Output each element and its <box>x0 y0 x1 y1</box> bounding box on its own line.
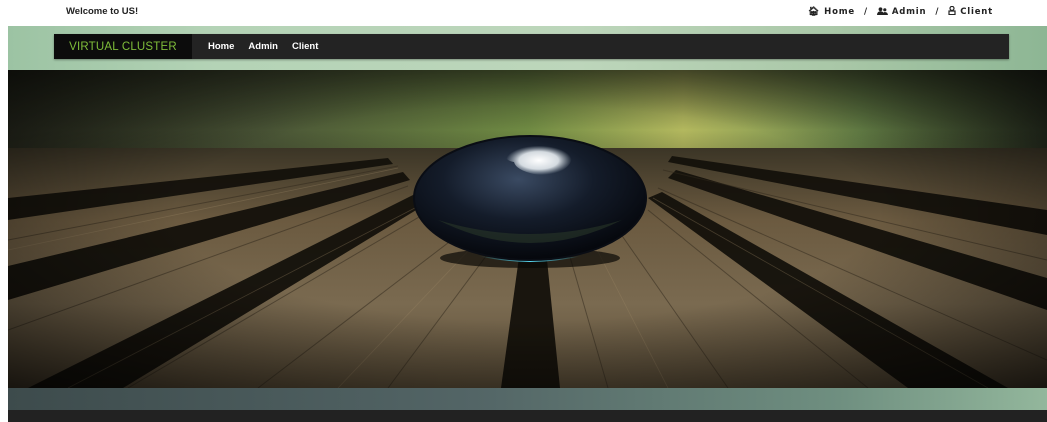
separator: / <box>863 7 868 17</box>
hero-image <box>8 70 1047 388</box>
quick-link-home[interactable]: 🏠︎ Home <box>808 7 855 17</box>
main-navbar: VIRTUAL CLUSTER Home Admin Client <box>54 34 1009 59</box>
footer-bar <box>8 410 1047 422</box>
quick-link-admin[interactable]: Admin <box>876 6 927 18</box>
welcome-text: Welcome to US! <box>66 6 139 17</box>
quick-link-client[interactable]: Client <box>948 5 993 18</box>
user-icon <box>948 5 956 18</box>
footer-band <box>8 388 1047 410</box>
hero-banner <box>8 70 1047 388</box>
home-icon: 🏠︎ <box>807 7 821 17</box>
users-icon <box>876 6 888 18</box>
separator: / <box>935 7 940 17</box>
top-bar: Welcome to US! 🏠︎ Home / Admin / Client <box>0 0 1047 26</box>
quick-link-label: Admin <box>891 7 927 17</box>
nav-client[interactable]: Client <box>292 41 318 52</box>
quick-links: 🏠︎ Home / Admin / Client <box>808 5 993 18</box>
nav-links: Home Admin Client <box>192 34 332 59</box>
quick-link-label: Home <box>824 7 855 17</box>
nav-admin[interactable]: Admin <box>248 41 278 52</box>
brand-logo[interactable]: VIRTUAL CLUSTER <box>54 34 192 59</box>
nav-home[interactable]: Home <box>208 41 234 52</box>
quick-link-label: Client <box>960 7 993 17</box>
